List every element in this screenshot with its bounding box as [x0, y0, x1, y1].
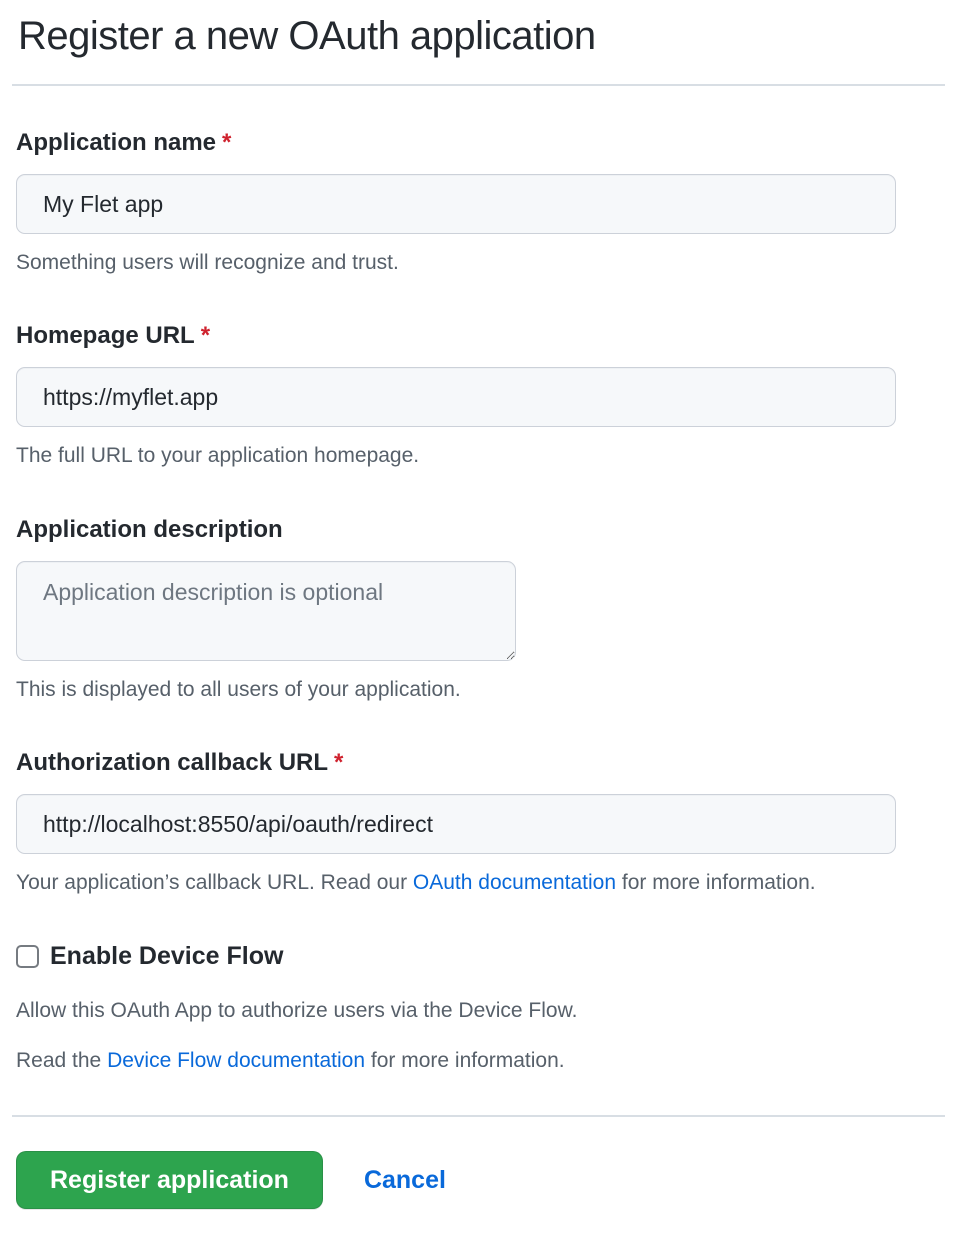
required-asterisk: * — [222, 129, 231, 156]
required-asterisk: * — [201, 322, 210, 349]
application-name-label-text: Application name — [16, 129, 216, 156]
application-description-label: Application description — [16, 515, 938, 545]
device-flow-docs-note-prefix: Read the — [16, 1049, 107, 1072]
register-application-button[interactable]: Register application — [16, 1151, 323, 1209]
homepage-url-input[interactable] — [16, 367, 896, 427]
enable-device-flow-label[interactable]: Enable Device Flow — [50, 941, 283, 971]
device-flow-documentation-link[interactable]: Device Flow documentation — [107, 1049, 365, 1072]
cancel-link[interactable]: Cancel — [364, 1166, 446, 1195]
required-asterisk: * — [334, 749, 343, 776]
application-name-input[interactable] — [16, 174, 896, 234]
callback-url-label-text: Authorization callback URL — [16, 749, 328, 776]
homepage-url-label: Homepage URL* — [16, 321, 938, 351]
homepage-url-group: Homepage URL* The full URL to your appli… — [16, 321, 938, 470]
application-description-group: Application description This is displaye… — [16, 515, 938, 704]
enable-device-flow-checkbox[interactable] — [16, 945, 39, 968]
form-actions: Register application Cancel — [16, 1151, 938, 1209]
title-divider — [12, 84, 945, 86]
device-flow-docs-note: Read the Device Flow documentation for m… — [16, 1047, 938, 1075]
homepage-url-label-text: Homepage URL — [16, 322, 195, 349]
callback-url-label: Authorization callback URL* — [16, 748, 938, 778]
callback-url-note-suffix: for more information. — [616, 871, 816, 894]
homepage-url-note: The full URL to your application homepag… — [16, 442, 938, 470]
device-flow-note: Allow this OAuth App to authorize users … — [16, 997, 938, 1025]
application-description-note: This is displayed to all users of your a… — [16, 676, 938, 704]
oauth-registration-page: Register a new OAuth application Applica… — [0, 0, 954, 1235]
application-name-group: Application name* Something users will r… — [16, 128, 938, 277]
application-description-label-text: Application description — [16, 516, 283, 543]
callback-url-note-prefix: Your application’s callback URL. Read ou… — [16, 871, 413, 894]
callback-url-note: Your application’s callback URL. Read ou… — [16, 869, 938, 897]
application-description-textarea[interactable] — [16, 561, 516, 661]
application-name-note: Something users will recognize and trust… — [16, 249, 938, 277]
callback-url-input[interactable] — [16, 794, 896, 854]
device-flow-group: Enable Device Flow Allow this OAuth App … — [16, 941, 938, 1075]
actions-divider — [12, 1115, 945, 1117]
callback-url-group: Authorization callback URL* Your applica… — [16, 748, 938, 897]
page-title: Register a new OAuth application — [18, 10, 938, 62]
application-name-label: Application name* — [16, 128, 938, 158]
oauth-documentation-link[interactable]: OAuth documentation — [413, 871, 616, 894]
device-flow-docs-note-suffix: for more information. — [365, 1049, 565, 1072]
device-flow-row: Enable Device Flow — [16, 941, 938, 971]
